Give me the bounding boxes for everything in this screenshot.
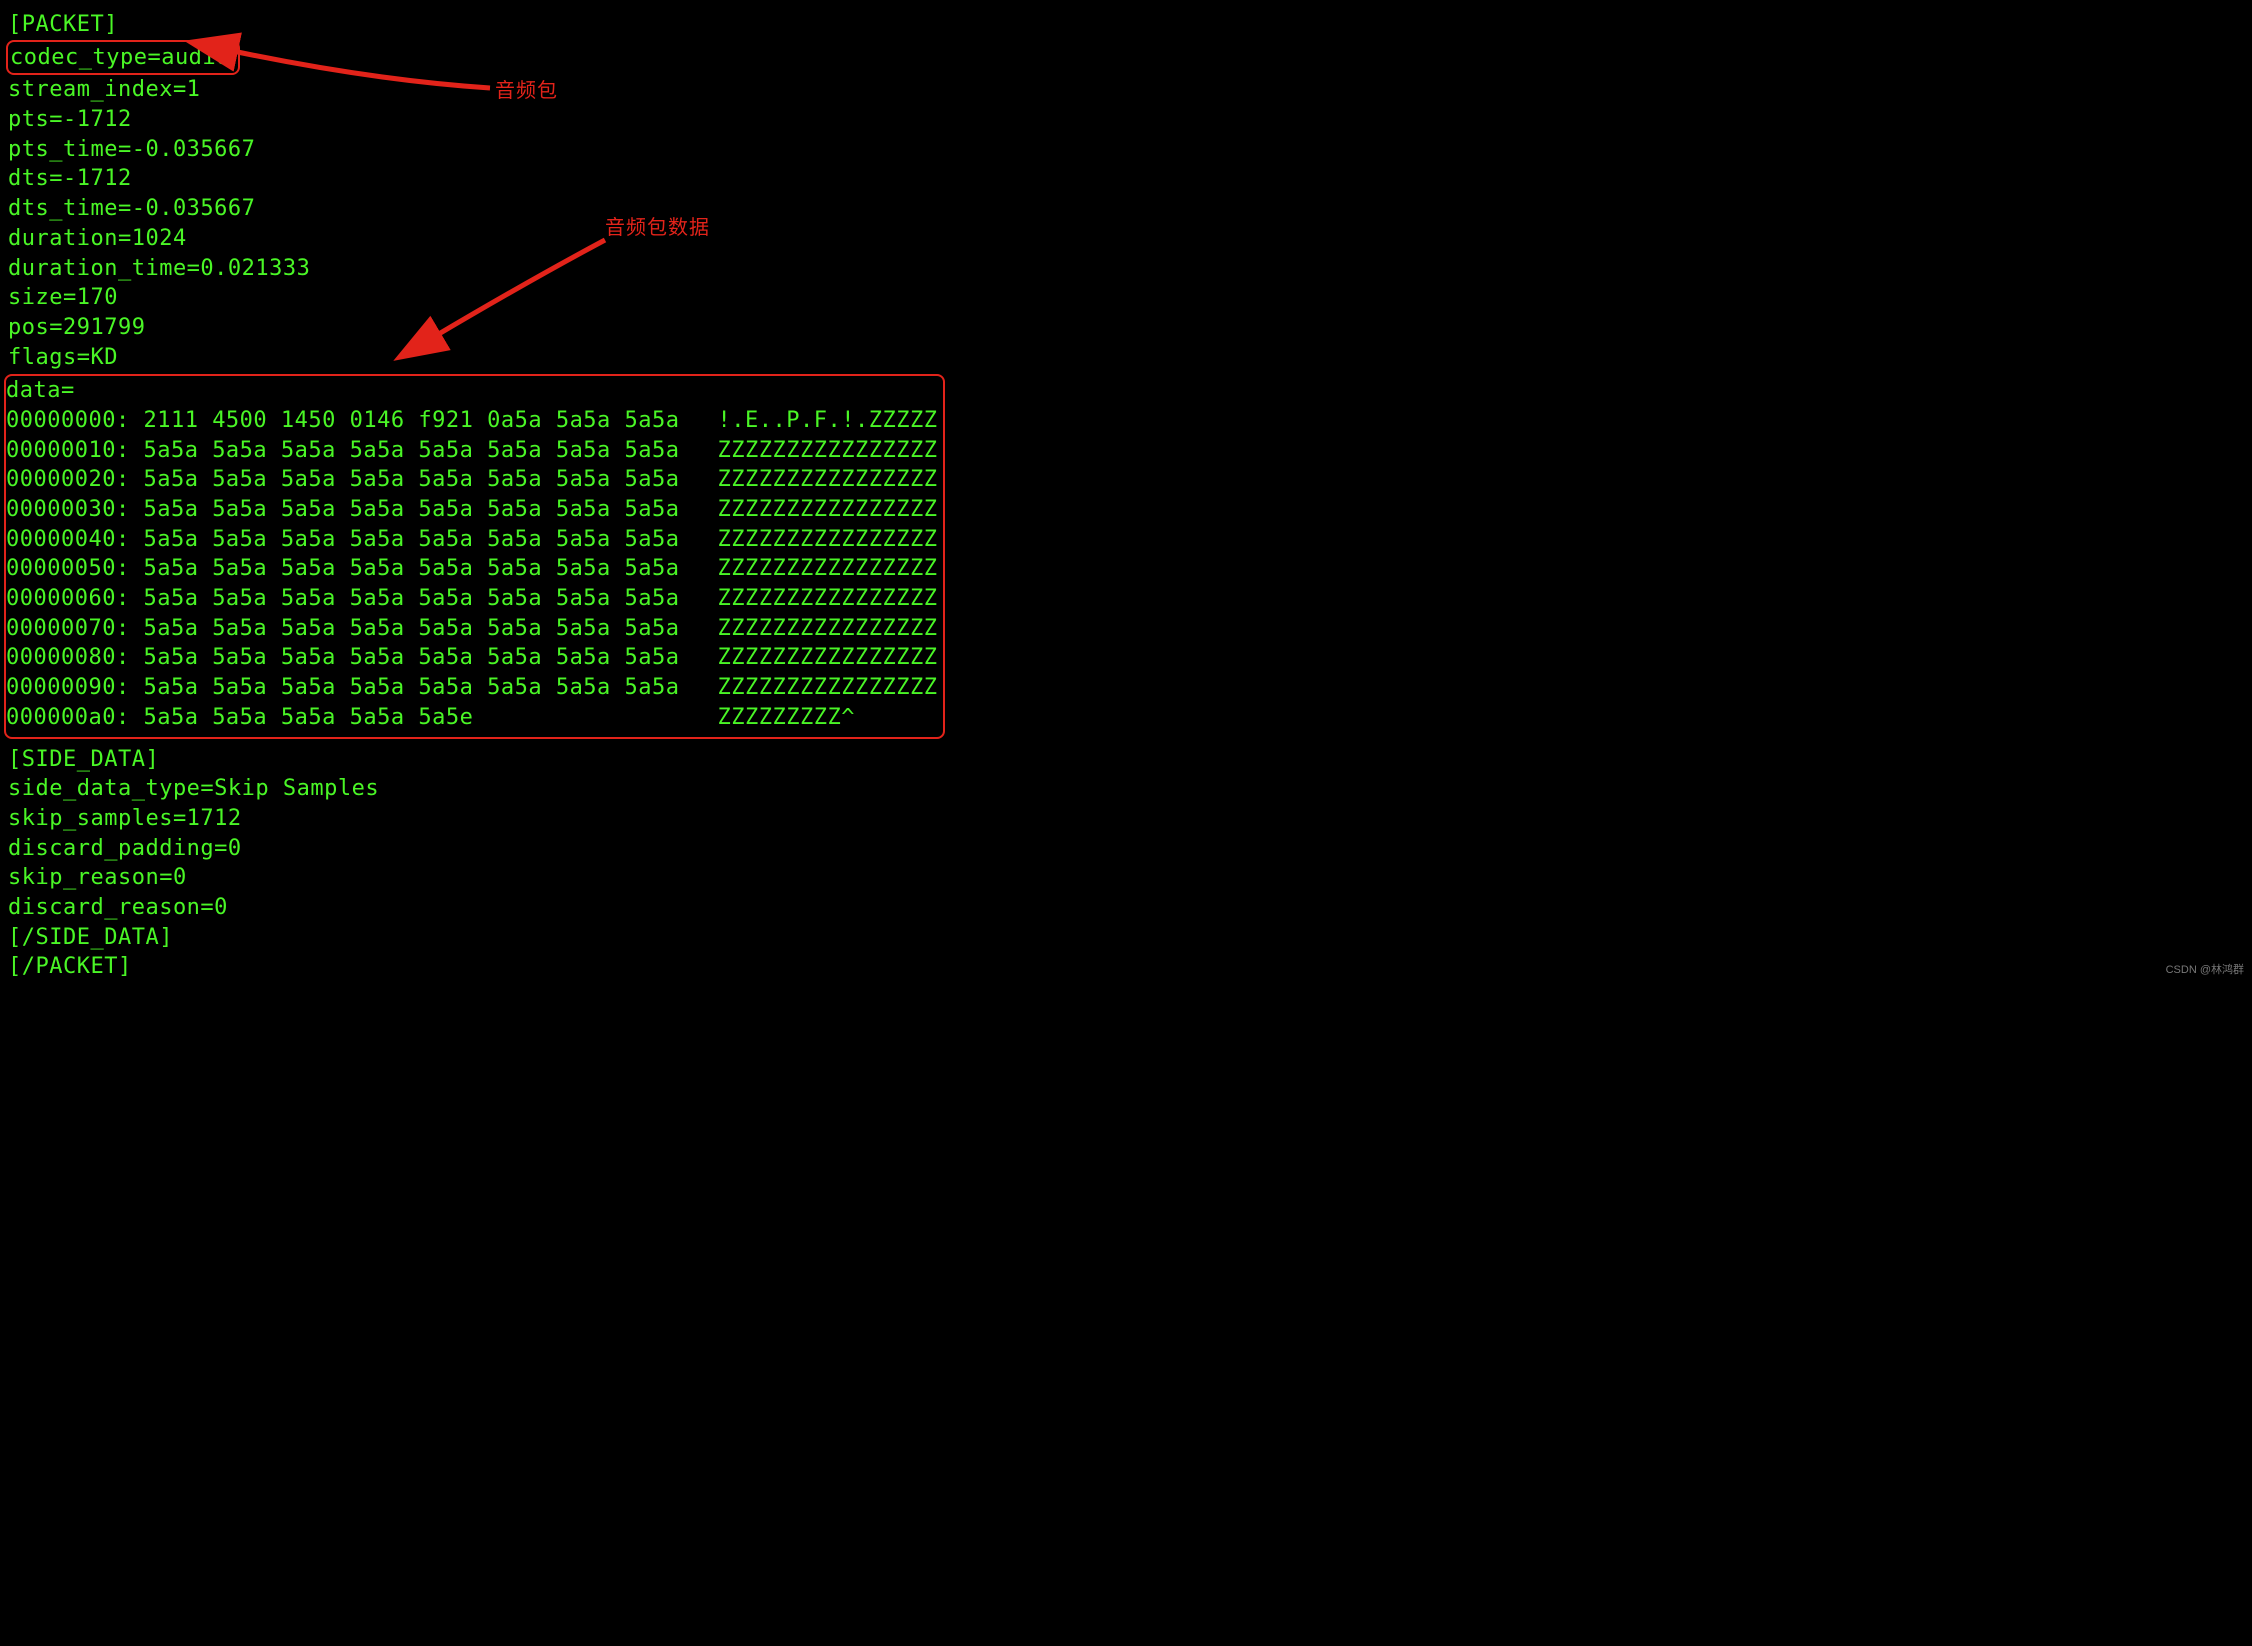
- annotation-audio-packet-label: 音频包: [495, 78, 558, 105]
- hex-bytes: 5a5a 5a5a 5a5a 5a5a 5a5a 5a5a 5a5a 5a5a: [130, 645, 680, 670]
- discard-reason-line: discard_reason=0: [8, 893, 2252, 923]
- hex-bytes: 5a5a 5a5a 5a5a 5a5a 5a5a 5a5a 5a5a 5a5a: [130, 497, 680, 522]
- hex-ascii: ZZZZZZZZZ^: [718, 705, 855, 730]
- side-data-type-line: side_data_type=Skip Samples: [8, 774, 2252, 804]
- dts-time-line: dts_time=-0.035667: [8, 194, 2252, 224]
- hex-offset: 00000080:: [6, 645, 130, 670]
- hex-offset: 00000020:: [6, 467, 130, 492]
- hex-data-highlight-box: data= 00000000: 2111 4500 1450 0146 f921…: [4, 374, 945, 738]
- hex-offset: 00000090:: [6, 675, 130, 700]
- flags-line: flags=KD: [8, 343, 2252, 373]
- hex-offset: 00000070:: [6, 616, 130, 641]
- hex-bytes: 5a5a 5a5a 5a5a 5a5a 5a5a 5a5a 5a5a 5a5a: [130, 438, 680, 463]
- hex-dump-row: 00000000: 2111 4500 1450 0146 f921 0a5a …: [6, 406, 937, 436]
- hex-dump-row: 00000010: 5a5a 5a5a 5a5a 5a5a 5a5a 5a5a …: [6, 436, 937, 466]
- hex-offset: 00000000:: [6, 408, 130, 433]
- hex-bytes: 5a5a 5a5a 5a5a 5a5a 5a5a 5a5a 5a5a 5a5a: [130, 556, 680, 581]
- hex-bytes: 5a5a 5a5a 5a5a 5a5a 5a5a 5a5a 5a5a 5a5a: [130, 675, 680, 700]
- discard-padding-line: discard_padding=0: [8, 834, 2252, 864]
- hex-dump-row: 00000030: 5a5a 5a5a 5a5a 5a5a 5a5a 5a5a …: [6, 495, 937, 525]
- hex-offset: 00000030:: [6, 497, 130, 522]
- hex-bytes: 5a5a 5a5a 5a5a 5a5a 5a5a 5a5a 5a5a 5a5a: [130, 616, 680, 641]
- side-data-footer-line: [/SIDE_DATA]: [8, 923, 2252, 953]
- hex-offset: 000000a0:: [6, 705, 130, 730]
- size-line: size=170: [8, 283, 2252, 313]
- side-data-header-line: [SIDE_DATA]: [8, 745, 2252, 775]
- stream-index-line: stream_index=1: [8, 75, 2252, 105]
- hex-bytes: 5a5a 5a5a 5a5a 5a5a 5a5a 5a5a 5a5a 5a5a: [130, 527, 680, 552]
- pos-line: pos=291799: [8, 313, 2252, 343]
- dts-line: dts=-1712: [8, 164, 2252, 194]
- hex-bytes: 2111 4500 1450 0146 f921 0a5a 5a5a 5a5a: [130, 408, 680, 433]
- duration-time-line: duration_time=0.021333: [8, 254, 2252, 284]
- annotation-audio-data-label: 音频包数据: [605, 215, 710, 242]
- duration-line: duration=1024: [8, 224, 2252, 254]
- hex-bytes: 5a5a 5a5a 5a5a 5a5a 5a5a 5a5a 5a5a 5a5a: [130, 586, 680, 611]
- hex-ascii: ZZZZZZZZZZZZZZZZ: [718, 645, 938, 670]
- watermark-text: CSDN @林鸿群: [2166, 963, 2244, 978]
- hex-dump-row: 00000060: 5a5a 5a5a 5a5a 5a5a 5a5a 5a5a …: [6, 584, 937, 614]
- hex-ascii: ZZZZZZZZZZZZZZZZ: [718, 527, 938, 552]
- hex-ascii: ZZZZZZZZZZZZZZZZ: [718, 467, 938, 492]
- hex-ascii: ZZZZZZZZZZZZZZZZ: [718, 616, 938, 641]
- hex-ascii: ZZZZZZZZZZZZZZZZ: [718, 497, 938, 522]
- hex-dump-row: 00000020: 5a5a 5a5a 5a5a 5a5a 5a5a 5a5a …: [6, 465, 937, 495]
- packet-header-line: [PACKET]: [8, 10, 2252, 40]
- hex-dump-row: 000000a0: 5a5a 5a5a 5a5a 5a5a 5a5e ZZZZZ…: [6, 703, 937, 733]
- hex-ascii: !.E..P.F.!.ZZZZZ: [718, 408, 938, 433]
- hex-dump-row: 00000050: 5a5a 5a5a 5a5a 5a5a 5a5a 5a5a …: [6, 554, 937, 584]
- hex-offset: 00000040:: [6, 527, 130, 552]
- codec-type-line: codec_type=audio: [8, 40, 2252, 76]
- hex-offset: 00000060:: [6, 586, 130, 611]
- hex-ascii: ZZZZZZZZZZZZZZZZ: [718, 438, 938, 463]
- pts-time-line: pts_time=-0.035667: [8, 135, 2252, 165]
- codec-type-highlight-box: codec_type=audio: [6, 40, 240, 76]
- hex-dump-row: 00000070: 5a5a 5a5a 5a5a 5a5a 5a5a 5a5a …: [6, 614, 937, 644]
- hex-ascii: ZZZZZZZZZZZZZZZZ: [718, 556, 938, 581]
- hex-offset: 00000050:: [6, 556, 130, 581]
- pts-line: pts=-1712: [8, 105, 2252, 135]
- hex-dump-row: 00000080: 5a5a 5a5a 5a5a 5a5a 5a5a 5a5a …: [6, 643, 937, 673]
- hex-bytes: 5a5a 5a5a 5a5a 5a5a 5a5e: [130, 705, 680, 730]
- data-label-line: data=: [6, 376, 937, 406]
- hex-ascii: ZZZZZZZZZZZZZZZZ: [718, 675, 938, 700]
- hex-dump-row: 00000090: 5a5a 5a5a 5a5a 5a5a 5a5a 5a5a …: [6, 673, 937, 703]
- skip-samples-line: skip_samples=1712: [8, 804, 2252, 834]
- hex-dump-row: 00000040: 5a5a 5a5a 5a5a 5a5a 5a5a 5a5a …: [6, 525, 937, 555]
- hex-ascii: ZZZZZZZZZZZZZZZZ: [718, 586, 938, 611]
- hex-offset: 00000010:: [6, 438, 130, 463]
- packet-footer-line: [/PACKET]: [8, 952, 2252, 982]
- skip-reason-line: skip_reason=0: [8, 863, 2252, 893]
- hex-bytes: 5a5a 5a5a 5a5a 5a5a 5a5a 5a5a 5a5a 5a5a: [130, 467, 680, 492]
